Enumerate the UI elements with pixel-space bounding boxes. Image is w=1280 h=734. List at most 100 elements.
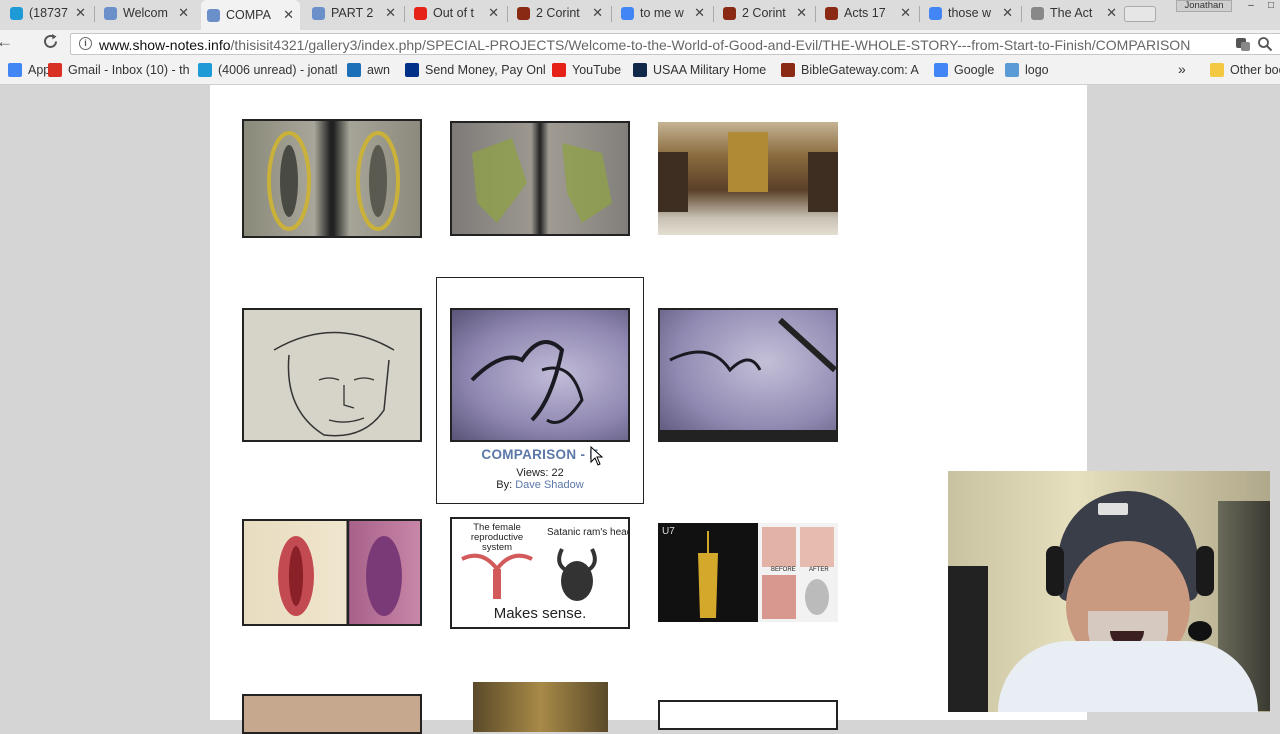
close-icon[interactable]: ✕ [1002, 5, 1013, 21]
bookmark-item[interactable]: YouTube [552, 63, 621, 77]
image-text: AFTER [809, 567, 829, 573]
tab-9[interactable]: Acts 17 ✕ [819, 0, 917, 26]
biblegateway-icon [517, 6, 530, 20]
tab-separator [1021, 6, 1022, 22]
tab-8[interactable]: 2 Corint ✕ [717, 0, 813, 26]
biblegateway-icon [723, 6, 736, 20]
tab-title: Out of t [433, 6, 474, 20]
close-icon[interactable]: ✕ [385, 5, 396, 21]
minimize-button[interactable]: – [1240, 0, 1262, 13]
tab-separator [713, 6, 714, 22]
tab-10[interactable]: those w ✕ [923, 0, 1019, 26]
tab-title: to me w [640, 6, 684, 20]
bookmark-label: YouTube [572, 63, 622, 77]
tab-title: those w [948, 6, 992, 20]
awn-icon [347, 63, 361, 77]
close-icon[interactable]: ✕ [796, 5, 807, 21]
close-icon[interactable]: ✕ [1106, 5, 1117, 21]
bookmark-item[interactable]: BibleGateway.com: A [781, 63, 919, 77]
biblegateway-icon [825, 6, 838, 20]
tab-2[interactable]: Welcom ✕ [98, 0, 195, 26]
close-icon[interactable]: ✕ [488, 5, 499, 21]
gallery-thumbnail[interactable]: The female reproductive system Satanic r… [450, 517, 630, 629]
bookmarks-overflow-button[interactable]: » [1178, 61, 1186, 77]
bookmark-label: Send Money, Pay Onl [425, 63, 546, 77]
translate-icon[interactable] [1235, 36, 1251, 55]
google-icon [621, 6, 634, 20]
bookmark-label: awn [367, 63, 390, 77]
folder-icon [1210, 63, 1224, 77]
other-bookmarks[interactable]: Other boo [1210, 63, 1280, 77]
tab-7[interactable]: to me w ✕ [615, 0, 711, 26]
close-icon[interactable]: ✕ [75, 5, 86, 21]
tab-6[interactable]: 2 Corint ✕ [511, 0, 609, 26]
document-icon [1031, 6, 1044, 20]
gallery-thumbnail[interactable] [658, 700, 838, 730]
author-label: By: [496, 479, 513, 491]
close-icon[interactable]: ✕ [283, 7, 294, 23]
google-icon [934, 63, 948, 77]
webcam-overlay [948, 471, 1270, 712]
tab-title: COMPA [226, 8, 271, 22]
gallery-icon [312, 6, 325, 20]
bookmark-label: BibleGateway.com: A [801, 63, 919, 77]
bookmark-item[interactable]: logo [1005, 63, 1049, 77]
apps-grid-icon [8, 63, 22, 77]
gallery-thumbnail[interactable]: U7 BEFORE AFTER [658, 523, 838, 622]
tab-title: PART 2 [331, 6, 374, 20]
reload-icon[interactable] [42, 33, 59, 55]
bookmark-item[interactable]: awn [347, 63, 390, 77]
restore-button[interactable]: □ [1262, 0, 1280, 13]
gallery-thumbnail[interactable] [242, 694, 422, 734]
tab-1[interactable]: (18737 ✕ [4, 0, 92, 26]
close-icon[interactable]: ✕ [592, 5, 603, 21]
close-icon[interactable]: ✕ [178, 5, 189, 21]
close-icon[interactable]: ✕ [694, 5, 705, 21]
image-text: BEFORE [771, 567, 796, 573]
tab-title: Welcom [123, 6, 168, 20]
gallery-thumbnail[interactable] [473, 682, 608, 732]
gallery-thumbnail[interactable] [658, 122, 838, 235]
gallery-thumbnail[interactable] [242, 519, 422, 626]
tab-5[interactable]: Out of t ✕ [408, 0, 505, 26]
tab-title: 2 Corint [536, 6, 580, 20]
url-text[interactable]: www.show-notes.info/thisisit4321/gallery… [99, 37, 1190, 53]
user-profile-badge[interactable]: Jonathan [1176, 0, 1232, 12]
bookmark-item[interactable]: Google [934, 63, 994, 77]
bookmark-item[interactable]: USAA Military Home [633, 63, 766, 77]
tab-title: The Act [1050, 6, 1093, 20]
author-link[interactable]: Dave Shadow [515, 479, 584, 491]
tab-title: Acts 17 [844, 6, 886, 20]
address-bar[interactable]: i www.show-notes.info/thisisit4321/galle… [70, 33, 1280, 55]
bookmark-label: USAA Military Home [653, 63, 767, 77]
bookmark-item[interactable]: Gmail - Inbox (10) - th [48, 63, 190, 77]
bookmark-item[interactable]: Send Money, Pay Onl [405, 63, 546, 77]
gallery-item-title[interactable]: COMPARISON - E [436, 447, 644, 462]
usaa-icon [633, 63, 647, 77]
zoom-icon[interactable] [1257, 36, 1273, 55]
gallery-thumbnail[interactable] [242, 119, 422, 238]
close-icon[interactable]: ✕ [900, 5, 911, 21]
tab-11[interactable]: The Act ✕ [1025, 0, 1123, 26]
gallery-thumbnail[interactable] [450, 121, 630, 236]
biblegateway-icon [781, 63, 795, 77]
gallery-thumbnail[interactable] [242, 308, 422, 442]
back-arrow-icon[interactable]: ← [0, 32, 13, 52]
bookmark-item[interactable]: (4006 unread) - jonatl [198, 63, 338, 77]
tab-3[interactable]: COMPA ✕ [201, 0, 300, 30]
other-bookmarks-label: Other boo [1230, 63, 1280, 77]
google-icon [929, 6, 942, 20]
gallery-thumbnail[interactable] [450, 308, 630, 442]
youtube-icon [414, 6, 427, 20]
bookmark-label: Gmail - Inbox (10) - th [68, 63, 190, 77]
bookmarks-bar: Apps Gmail - Inbox (10) - th (4006 unread)… [0, 58, 1280, 85]
tab-separator [507, 6, 508, 22]
tab-separator [404, 6, 405, 22]
info-icon[interactable]: i [79, 37, 92, 50]
new-tab-button[interactable] [1124, 6, 1156, 22]
at-t-globe-icon [198, 63, 212, 77]
tab-separator [94, 6, 95, 22]
gallery-thumbnail[interactable] [658, 308, 838, 442]
tab-4[interactable]: PART 2 ✕ [306, 0, 402, 26]
paypal-icon [405, 63, 419, 77]
